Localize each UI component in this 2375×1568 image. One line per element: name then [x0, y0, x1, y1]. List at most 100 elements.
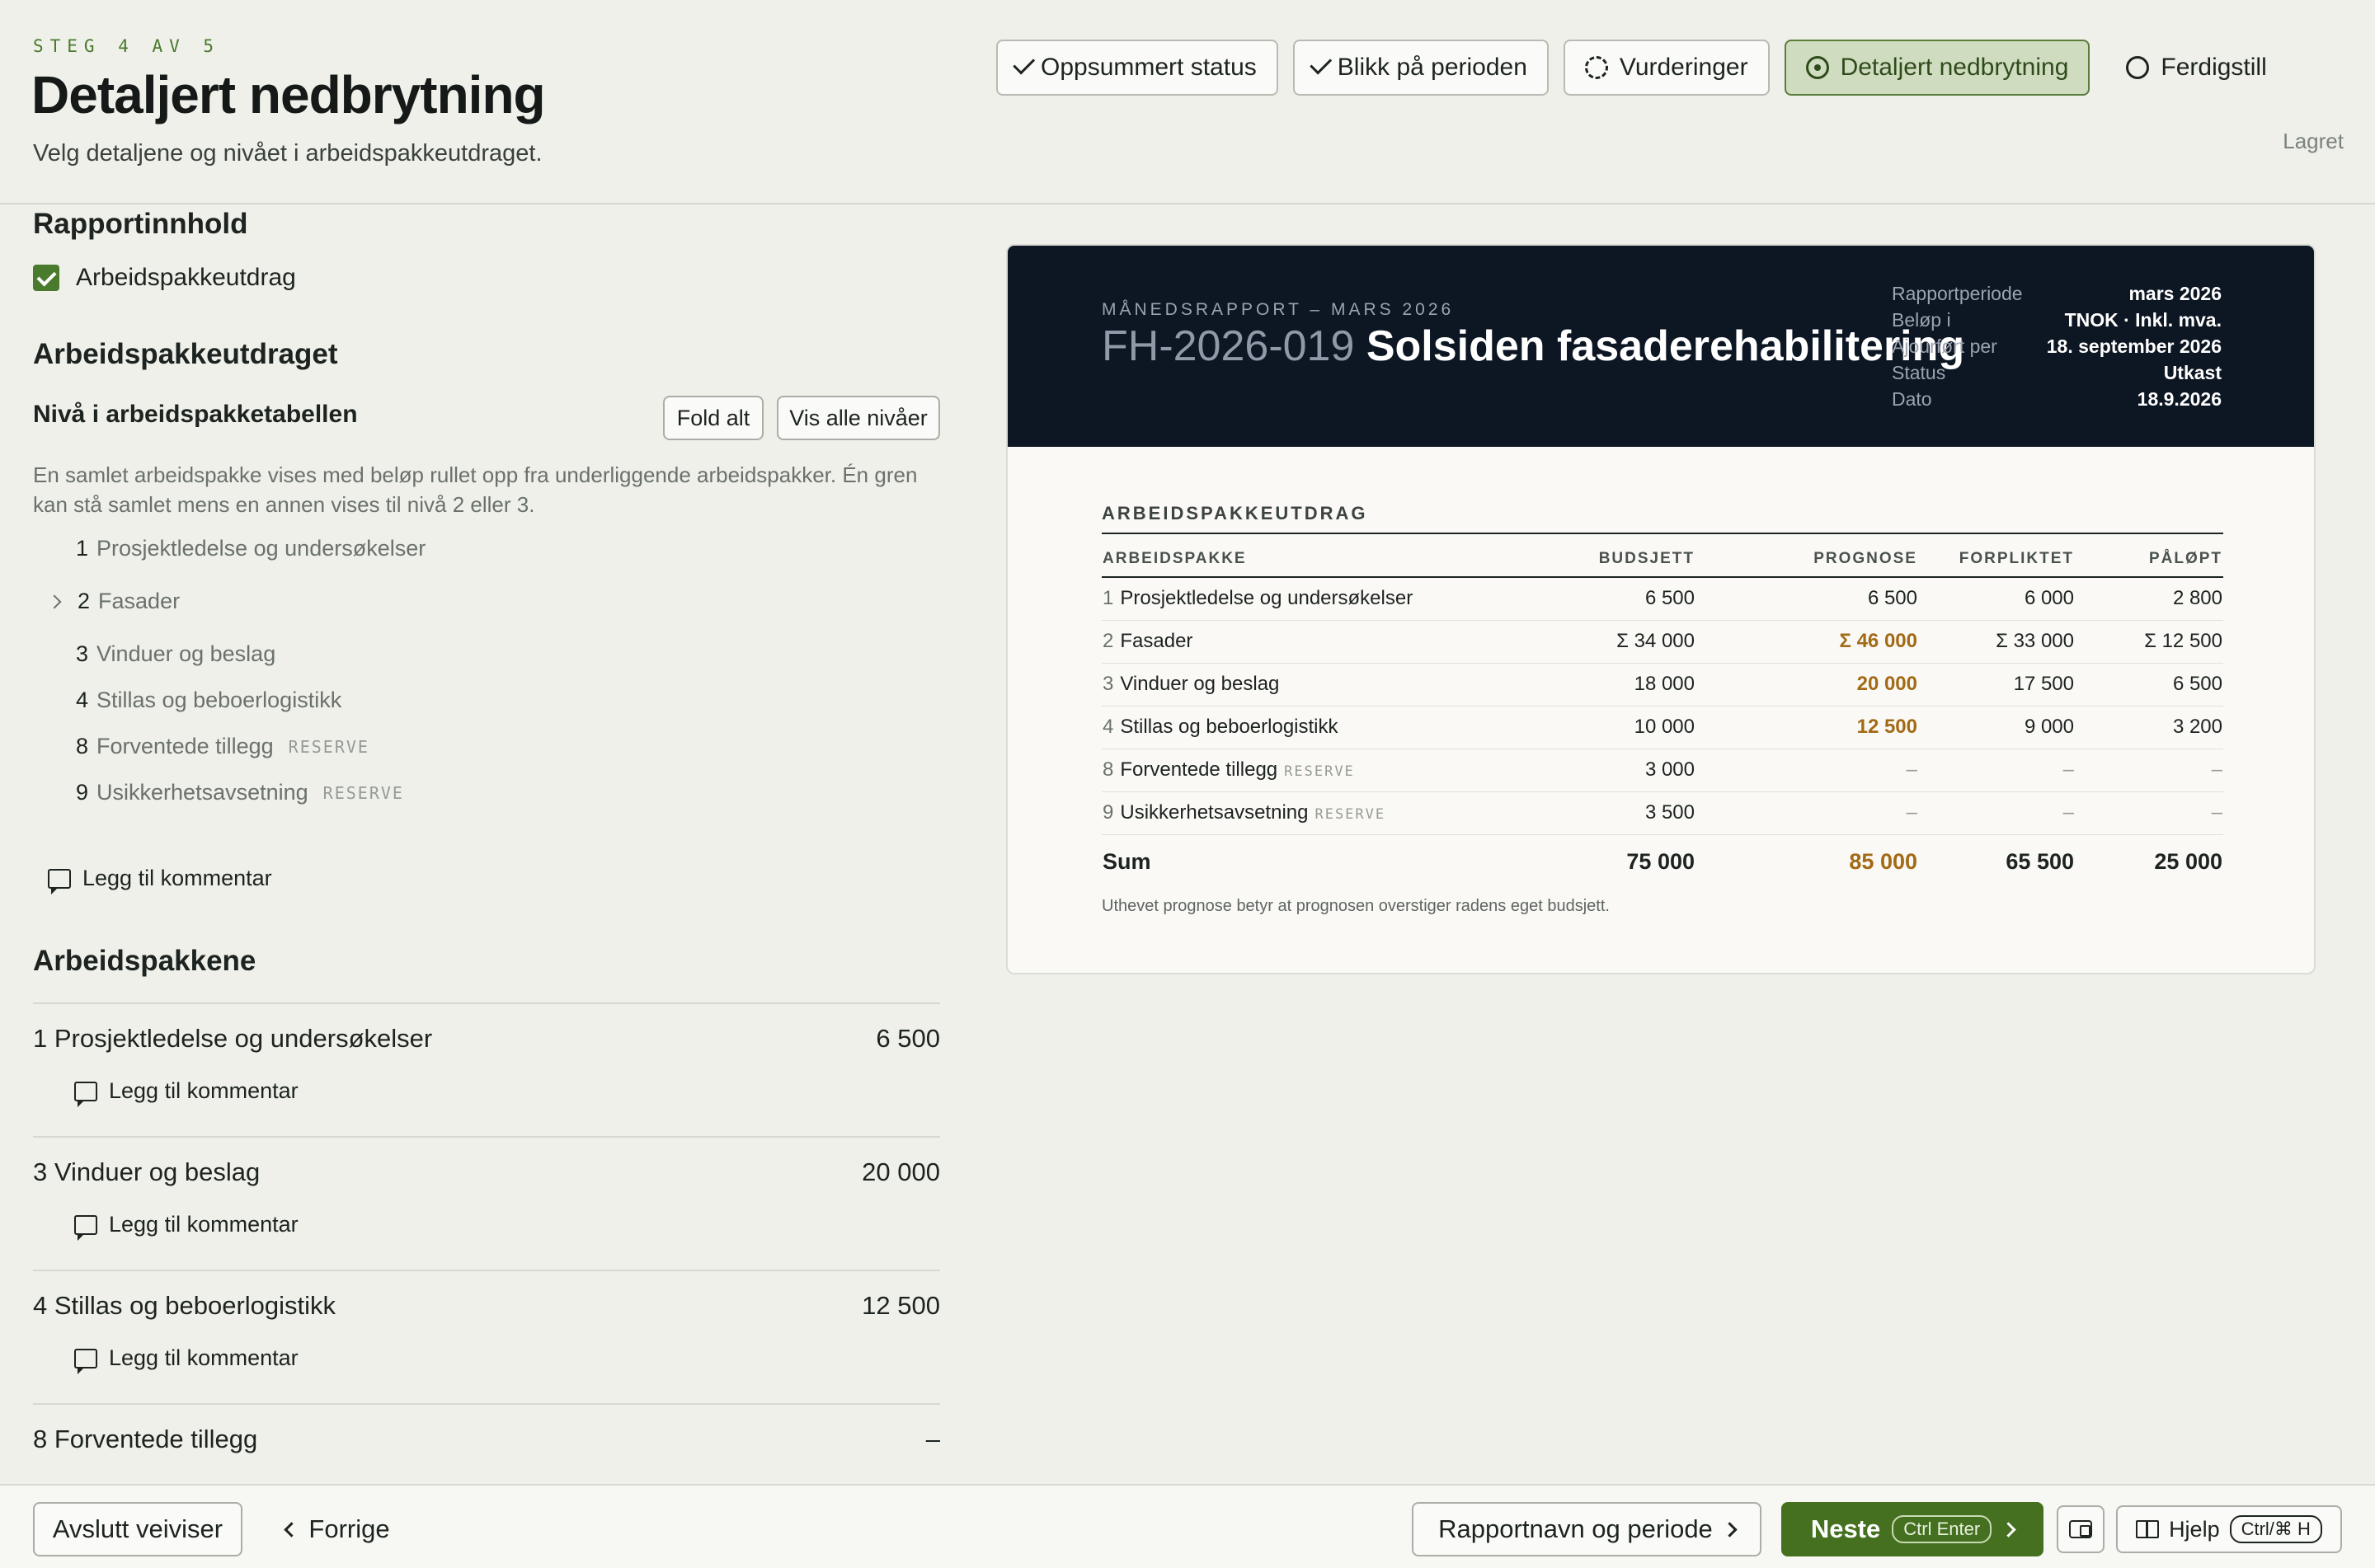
meta-value: 18. september 2026	[2046, 336, 2222, 357]
fold-all-button[interactable]: Fold alt	[663, 396, 764, 440]
tree-item-3[interactable]: 3 Vinduer og beslag	[76, 641, 275, 667]
step-oppsummert-status[interactable]: Oppsummert status	[996, 40, 1278, 96]
forecast-cell: 20 000	[1695, 663, 1918, 707]
tree-item-8[interactable]: 8 Forventede tillegg RESERVE	[76, 734, 369, 759]
tree-item-label: Vinduer og beslag	[96, 641, 276, 666]
step-ferdigstill[interactable]: Ferdigstill	[2105, 40, 2288, 96]
extract-heading: Arbeidspakkeutdraget	[33, 338, 338, 370]
step-detaljert-nedbrytning[interactable]: Detaljert nedbrytning	[1784, 40, 2090, 96]
divider	[33, 1136, 940, 1138]
page-title: Detaljert nedbrytning	[31, 65, 546, 124]
add-comment-extract[interactable]: Legg til kommentar	[48, 866, 272, 894]
step-navigation: Oppsummert status Blikk på perioden Vurd…	[996, 40, 2288, 96]
previous-button[interactable]: Forrige	[272, 1502, 404, 1556]
comment-icon	[74, 1081, 97, 1107]
divider	[1102, 533, 2223, 534]
meta-value: 18.9.2026	[2137, 388, 2222, 410]
meta-row: Beløp i TNOK · Inkl. mva.	[1892, 307, 2222, 333]
report-section-title: ARBEIDSPAKKEUTDRAG	[1102, 503, 1368, 523]
sum-budget: 75 000	[1626, 848, 1695, 874]
step-label-1: Oppsummert status	[1041, 54, 1257, 81]
meta-key: Beløp i	[1892, 309, 1951, 331]
previous-label: Forrige	[308, 1514, 390, 1543]
tree-item-4[interactable]: 4 Stillas og beboerlogistikk	[76, 688, 341, 713]
package-cell: 2 Fasader	[1102, 620, 1531, 664]
toggle-preview-button[interactable]	[2057, 1505, 2105, 1553]
step-blikk-pa-perioden[interactable]: Blikk på perioden	[1292, 40, 1549, 96]
add-comment-package-4[interactable]: Legg til kommentar	[74, 1345, 299, 1374]
accrued-cell: –	[2075, 749, 2223, 792]
forecast-cell: –	[1695, 791, 1918, 835]
comment-icon	[48, 868, 71, 894]
sum-forecast: 85 000	[1849, 848, 1917, 874]
show-all-levels-button[interactable]: Vis alle nivåer	[777, 396, 940, 440]
package-title: 8 Forventede tillegg	[33, 1425, 258, 1453]
page-subtitle: Velg detaljene og nivået i arbeidspakkeu…	[33, 140, 543, 167]
next-button[interactable]: Neste Ctrl Enter	[1781, 1502, 2043, 1556]
step-vurderinger[interactable]: Vurderinger	[1563, 40, 1770, 96]
report-note: Uthevet prognose betyr at prognosen over…	[1102, 897, 1610, 915]
extract-checkbox-row[interactable]: Arbeidspakkeutdrag	[33, 264, 296, 292]
reserve-tag: RESERVE	[288, 736, 369, 757]
tree-item-2[interactable]: 2 Fasader	[47, 589, 181, 614]
committed-cell: 6 000	[1918, 577, 2075, 621]
reserve-tag: RESERVE	[1284, 763, 1355, 780]
forecast-cell: Σ 46 000	[1695, 620, 1918, 664]
chevron-right-icon[interactable]	[47, 594, 62, 608]
budget-cell: 18 000	[1531, 663, 1695, 707]
meta-key: Dato	[1892, 388, 1932, 410]
book-icon	[2136, 1520, 2160, 1538]
help-button[interactable]: Hjelp Ctrl/⌘ H	[2116, 1505, 2342, 1553]
packages-heading: Arbeidspakkene	[33, 945, 256, 977]
meta-row: Status Utkast	[1892, 359, 2222, 386]
committed-cell: 17 500	[1918, 663, 2075, 707]
step-label-5: Ferdigstill	[2161, 54, 2267, 81]
add-comment-package-3[interactable]: Legg til kommentar	[74, 1212, 299, 1241]
tree-item-label: Fasader	[98, 589, 181, 613]
radio-dot-icon	[1805, 56, 1829, 79]
exit-wizard-button[interactable]: Avslutt veiviser	[33, 1502, 242, 1556]
table-row: 1 Prosjektledelse og undersøkelser 6 500 6 …	[1102, 577, 2223, 621]
tree-item-number: 2	[78, 589, 91, 613]
tree-item-number: 8	[76, 734, 89, 758]
content-heading: Rapportinnhold	[33, 208, 248, 240]
sum-row: Sum 75 000 85 000 65 500 25 000	[1102, 834, 2223, 889]
column-header: BUDSJETT	[1531, 541, 1695, 578]
checkbox-checked-icon[interactable]	[33, 265, 59, 291]
meta-row: Rapportperiode mars 2026	[1892, 280, 2222, 307]
table-header-row: ARBEIDSPAKKE BUDSJETT PROGNOSE FORPLIKTE…	[1102, 541, 2223, 578]
forecast-cell: 6 500	[1695, 577, 1918, 621]
meta-key: Ajourført per	[1892, 336, 1997, 357]
package-number: 1	[1103, 587, 1114, 610]
divider	[33, 1270, 940, 1271]
add-comment-label: Legg til kommentar	[82, 866, 272, 890]
meta-key: Status	[1892, 362, 1946, 383]
tree-item-9[interactable]: 9 Usikkerhetsavsetning RESERVE	[76, 780, 404, 805]
step-label-3: Vurderinger	[1619, 54, 1748, 81]
meta-row: Ajourført per 18. september 2026	[1892, 333, 2222, 359]
package-value: 6 500	[876, 1024, 940, 1053]
package-title: 3 Vinduer og beslag	[33, 1157, 261, 1186]
tree-item-number: 3	[76, 641, 89, 666]
preview-panel-icon	[2069, 1520, 2092, 1538]
sum-committed: 65 500	[2006, 848, 2074, 874]
accrued-cell: 2 800	[2075, 577, 2223, 621]
committed-cell: 9 000	[1918, 706, 2075, 749]
package-name: Forventede tillegg	[1120, 758, 1278, 781]
chevron-left-icon	[284, 1521, 300, 1537]
header-divider	[0, 203, 2375, 204]
tree-item-1[interactable]: 1 Prosjektledelse og undersøkelser	[76, 536, 426, 561]
comment-icon	[74, 1214, 97, 1241]
check-icon	[1013, 52, 1036, 75]
report-name-period-button[interactable]: Rapportnavn og periode	[1412, 1502, 1761, 1556]
package-number: 4	[1103, 716, 1114, 738]
table-row: 9 Usikkerhetsavsetning RESERVE 3 500– – –	[1102, 791, 2223, 835]
package-cell: 8 Forventede tillegg RESERVE	[1102, 749, 1531, 792]
report-header: MÅNEDSRAPPORT – MARS 2026 FH-2026-019 So…	[1008, 246, 2314, 447]
chevron-right-icon	[2001, 1521, 2016, 1537]
add-comment-label: Legg til kommentar	[109, 1212, 299, 1237]
report-name-period-label: Rapportnavn og periode	[1438, 1514, 1713, 1543]
package-value: –	[925, 1425, 940, 1453]
package-value: 20 000	[862, 1157, 940, 1186]
add-comment-package-1[interactable]: Legg til kommentar	[74, 1078, 299, 1107]
